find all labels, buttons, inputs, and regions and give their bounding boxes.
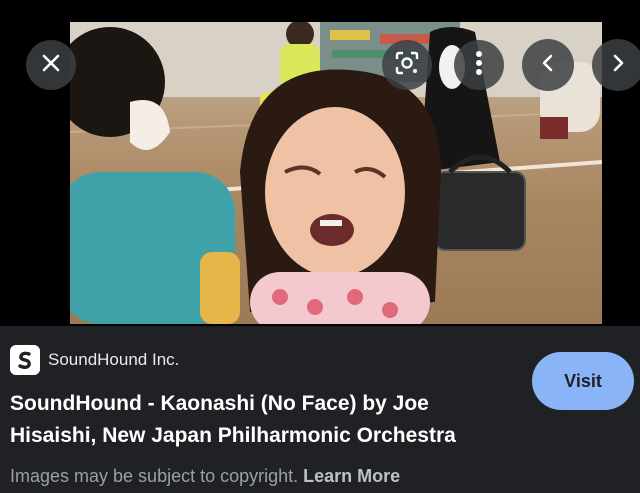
lens-icon xyxy=(394,50,420,81)
soundhound-glyph xyxy=(18,351,31,369)
learn-more-link[interactable]: Learn More xyxy=(303,466,400,486)
more-options-button[interactable] xyxy=(454,40,504,90)
copyright-text: Images may be subject to copyright. xyxy=(10,466,299,486)
image-viewer xyxy=(0,0,640,326)
copyright-notice: Images may be subject to copyright. Lear… xyxy=(10,466,400,487)
more-vert-icon xyxy=(475,50,483,81)
source-row[interactable]: SoundHound Inc. xyxy=(10,344,179,376)
visit-button[interactable]: Visit xyxy=(532,352,634,410)
chevron-right-icon xyxy=(610,53,626,78)
result-title[interactable]: SoundHound - Kaonashi (No Face) by Joe H… xyxy=(10,388,520,452)
close-button[interactable] xyxy=(26,40,76,90)
chevron-left-icon xyxy=(540,53,556,78)
soundhound-logo xyxy=(10,345,40,375)
source-name[interactable]: SoundHound Inc. xyxy=(48,350,179,370)
previous-image-button[interactable] xyxy=(522,39,574,91)
lens-search-button[interactable] xyxy=(382,40,432,90)
close-icon xyxy=(39,51,63,80)
next-image-button[interactable] xyxy=(592,39,640,91)
